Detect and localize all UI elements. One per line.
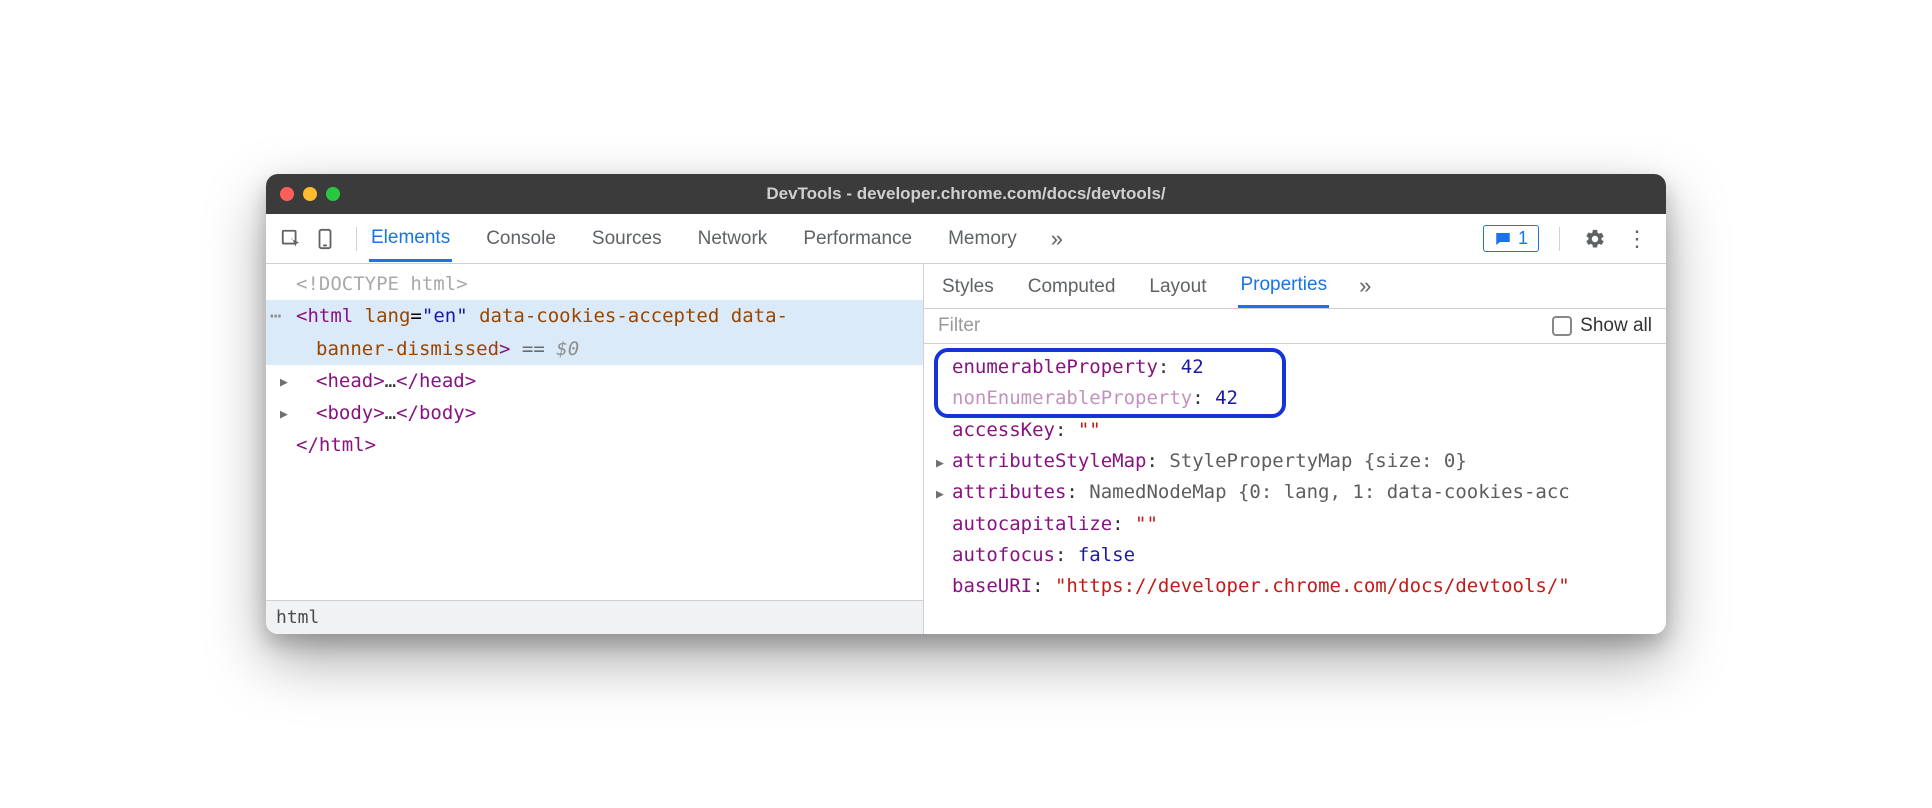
tab-properties[interactable]: Properties: [1238, 264, 1329, 308]
window-title: DevTools - developer.chrome.com/docs/dev…: [266, 184, 1666, 204]
property-row[interactable]: accessKey: "": [930, 415, 1666, 446]
properties-list[interactable]: enumerableProperty: 42 nonEnumerableProp…: [924, 344, 1666, 634]
window-titlebar: DevTools - developer.chrome.com/docs/dev…: [266, 174, 1666, 214]
separator: [1559, 227, 1560, 251]
dom-head-element[interactable]: ▶<head>…</head>: [266, 365, 923, 397]
dom-html-element[interactable]: ⋯<html lang="en" data-cookies-accepted d…: [266, 300, 923, 332]
more-tabs-icon[interactable]: »: [1051, 226, 1063, 252]
window-controls: [280, 187, 340, 201]
inspect-element-icon[interactable]: [276, 224, 306, 254]
property-row[interactable]: ▶attributes: NamedNodeMap {0: lang, 1: d…: [930, 477, 1666, 508]
toolbar-right: 1 ⋮: [1483, 224, 1656, 254]
tab-sources[interactable]: Sources: [590, 217, 664, 260]
tab-layout[interactable]: Layout: [1147, 266, 1208, 307]
dom-html-element-cont[interactable]: banner-dismissed> == $0: [266, 333, 923, 365]
dom-tree[interactable]: <!DOCTYPE html> ⋯<html lang="en" data-co…: [266, 264, 923, 600]
property-row[interactable]: ▶attributeStyleMap: StylePropertyMap {si…: [930, 446, 1666, 477]
tab-console[interactable]: Console: [484, 217, 558, 260]
tab-styles[interactable]: Styles: [940, 266, 996, 307]
settings-icon[interactable]: [1580, 224, 1610, 254]
filter-input[interactable]: [938, 315, 1552, 337]
show-all-checkbox[interactable]: [1552, 316, 1572, 336]
tab-network[interactable]: Network: [696, 217, 770, 260]
show-all-toggle[interactable]: Show all: [1552, 315, 1652, 337]
issues-count: 1: [1518, 228, 1528, 249]
devtools-window: DevTools - developer.chrome.com/docs/dev…: [266, 174, 1666, 634]
property-row[interactable]: nonEnumerableProperty: 42: [930, 383, 1666, 414]
property-row[interactable]: autocapitalize: "": [930, 509, 1666, 540]
maximize-window-button[interactable]: [326, 187, 340, 201]
dom-doctype[interactable]: <!DOCTYPE html>: [266, 268, 923, 300]
filter-bar: Show all: [924, 309, 1666, 344]
breadcrumb[interactable]: html: [266, 600, 923, 634]
elements-panel: <!DOCTYPE html> ⋯<html lang="en" data-co…: [266, 264, 924, 634]
close-window-button[interactable]: [280, 187, 294, 201]
dom-html-close[interactable]: </html>: [266, 429, 923, 461]
minimize-window-button[interactable]: [303, 187, 317, 201]
property-row[interactable]: enumerableProperty: 42: [930, 352, 1666, 383]
more-options-icon[interactable]: ⋮: [1622, 224, 1652, 254]
property-row[interactable]: baseURI: "https://developer.chrome.com/d…: [930, 571, 1666, 602]
sidebar-panel: Styles Computed Layout Properties » Show…: [924, 264, 1666, 634]
tab-memory[interactable]: Memory: [946, 217, 1019, 260]
dom-body-element[interactable]: ▶<body>…</body>: [266, 397, 923, 429]
tab-elements[interactable]: Elements: [369, 216, 452, 262]
show-all-label: Show all: [1580, 315, 1652, 337]
separator: [356, 227, 357, 251]
more-sidebar-tabs-icon[interactable]: »: [1359, 273, 1371, 299]
device-toolbar-icon[interactable]: [310, 224, 340, 254]
property-row[interactable]: autofocus: false: [930, 540, 1666, 571]
panel-tabs: Elements Console Sources Network Perform…: [369, 216, 1483, 262]
content-area: <!DOCTYPE html> ⋯<html lang="en" data-co…: [266, 264, 1666, 634]
sidebar-tabs: Styles Computed Layout Properties »: [924, 264, 1666, 309]
main-toolbar: Elements Console Sources Network Perform…: [266, 214, 1666, 264]
tab-performance[interactable]: Performance: [801, 217, 914, 260]
issues-button[interactable]: 1: [1483, 225, 1539, 252]
tab-computed[interactable]: Computed: [1026, 266, 1118, 307]
